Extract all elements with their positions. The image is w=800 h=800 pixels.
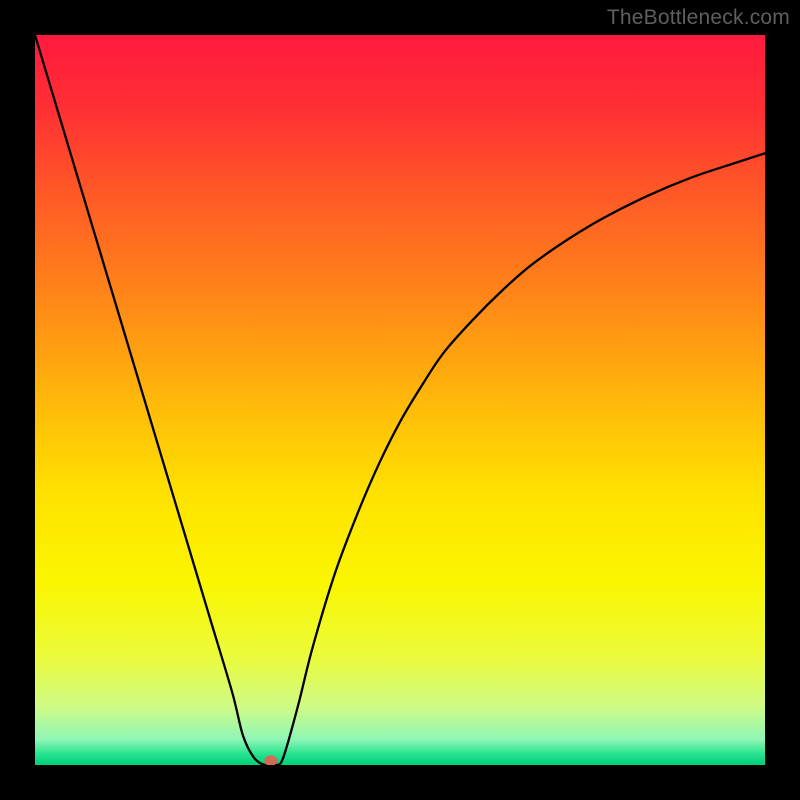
bottleneck-chart xyxy=(35,35,765,765)
chart-frame: TheBottleneck.com xyxy=(0,0,800,800)
attribution-text: TheBottleneck.com xyxy=(607,6,790,30)
plot-area xyxy=(35,35,765,765)
